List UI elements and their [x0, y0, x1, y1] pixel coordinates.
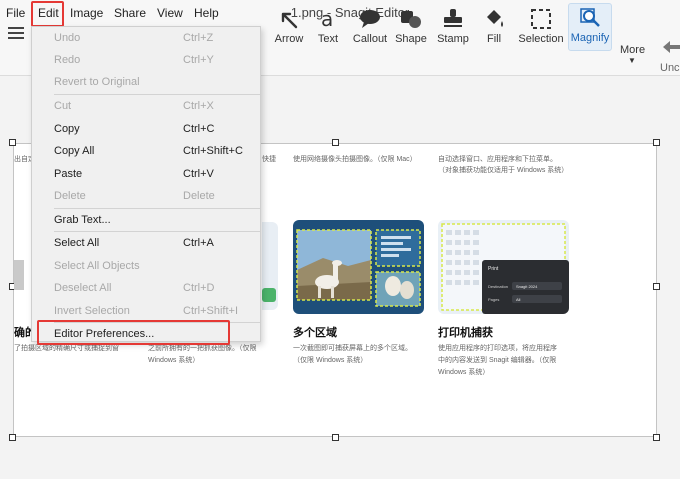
tool-text[interactable]: a Text [305, 5, 351, 49]
card-title-printer-capture: 打印机捕获 [438, 327, 493, 339]
resize-handle-bl[interactable] [9, 434, 16, 441]
caption-mid-1: 一次截图即可捕获屏幕上的多个区域。 [293, 345, 412, 352]
tool-magnify-label: Magnify [570, 32, 610, 44]
printer-destination-label: Destination [488, 284, 509, 289]
menu-item-copy[interactable]: Copy Ctrl+C [33, 118, 261, 140]
hamburger-menu-icon[interactable] [8, 27, 24, 39]
editor-preferences-highlight [37, 320, 230, 345]
left-thumb-fragment [14, 260, 24, 290]
thumb-printer-capture: Print Destination Snagit 2024 Pages All [438, 220, 569, 314]
printer-pages-value: All [516, 297, 521, 302]
menu-item-undo[interactable]: Undo Ctrl+Z [33, 27, 261, 49]
caption-top-right-2: （对象捕获功能仅适用于 Windows 系统） [438, 167, 569, 174]
shape-icon [401, 11, 421, 28]
resize-handle-r[interactable] [653, 283, 660, 290]
resize-handle-t[interactable] [332, 139, 339, 146]
undo-button-label[interactable]: Unc [660, 62, 680, 74]
tool-callout-label: Callout [352, 33, 388, 45]
menu-item-delete[interactable]: Delete Delete [33, 185, 261, 207]
stamp-icon [444, 9, 462, 27]
menu-item-revert-to-original[interactable]: Revert to Original [33, 71, 261, 93]
more-button[interactable]: More [620, 44, 645, 56]
caption-right-2: 中的内容发送到 Snagit 编辑器。（仅限 [438, 357, 557, 364]
card-title-multiple-regions: 多个区域 [293, 327, 337, 339]
midleft-thumb-button [262, 288, 276, 302]
tool-shape[interactable]: Shape [388, 5, 434, 49]
arrow-icon [281, 12, 298, 29]
llama-photo-icon [296, 229, 421, 307]
tool-stamp-label: Stamp [437, 33, 469, 45]
tool-fill-label: Fill [486, 33, 502, 45]
caption-mid-2: （仅限 Windows 系统） [293, 357, 368, 364]
chevron-down-icon[interactable]: ▼ [628, 56, 636, 65]
printer-destination-value: Snagit 2024 [516, 284, 538, 289]
tool-selection[interactable]: Selection [515, 5, 567, 49]
menu-item-select-all[interactable]: Select All Ctrl+A [33, 232, 261, 254]
tool-stamp[interactable]: Stamp [430, 5, 476, 49]
text-icon: a [321, 7, 333, 31]
tool-callout[interactable]: Callout [347, 5, 393, 49]
resize-handle-tr[interactable] [653, 139, 660, 146]
fill-icon [487, 10, 503, 27]
tool-text-label: Text [317, 33, 339, 45]
svg-text:a: a [321, 7, 333, 31]
caption-top-right-1: 自动选择窗口、应用程序和下拉菜单。 [438, 156, 557, 163]
caption-midleft-2: Windows 系统） [148, 357, 200, 364]
caption-right-1: 使用应用程序的打印选项，将应用程序 [438, 345, 557, 352]
edit-menu-dropdown: Undo Ctrl+Z Redo Ctrl+Y Revert to Original… [31, 26, 261, 342]
menu-item-select-all-objects[interactable]: Select All Objects [33, 255, 261, 277]
caption-top-mid: 使用网络摄像头拍摄图像。（仅限 Mac） [293, 156, 417, 163]
printer-print-label: Print [488, 266, 499, 272]
resize-handle-b[interactable] [332, 434, 339, 441]
caption-right-3: Windows 系统） [438, 369, 490, 376]
menu-item-deselect-all[interactable]: Deselect All Ctrl+D [33, 277, 261, 299]
caption-top-mid-left: 快捷 [262, 156, 276, 163]
tool-shape-label: Shape [395, 33, 427, 45]
menu-item-paste[interactable]: Paste Ctrl+V [33, 163, 261, 185]
printer-pages-label: Pages [488, 297, 500, 302]
undo-icon[interactable] [660, 38, 680, 63]
thumb-multiple-regions [293, 220, 424, 314]
menu-item-copy-all[interactable]: Copy All Ctrl+Shift+C [33, 140, 261, 162]
tool-fill[interactable]: Fill [471, 5, 517, 49]
printer-dialog-icon [441, 223, 569, 314]
resize-handle-tl[interactable] [9, 139, 16, 146]
magnify-icon [580, 8, 600, 27]
menu-item-invert-selection[interactable]: Invert Selection Ctrl+Shift+I [33, 300, 261, 322]
callout-icon [360, 10, 380, 28]
menu-item-grab-text[interactable]: Grab Text... [33, 209, 261, 231]
tool-magnify[interactable]: Magnify [568, 3, 612, 51]
menu-item-redo[interactable]: Redo Ctrl+Y [33, 49, 261, 71]
tool-selection-label: Selection [518, 33, 564, 45]
menu-item-cut[interactable]: Cut Ctrl+X [33, 95, 261, 117]
selection-icon [531, 9, 551, 29]
resize-handle-br[interactable] [653, 434, 660, 441]
